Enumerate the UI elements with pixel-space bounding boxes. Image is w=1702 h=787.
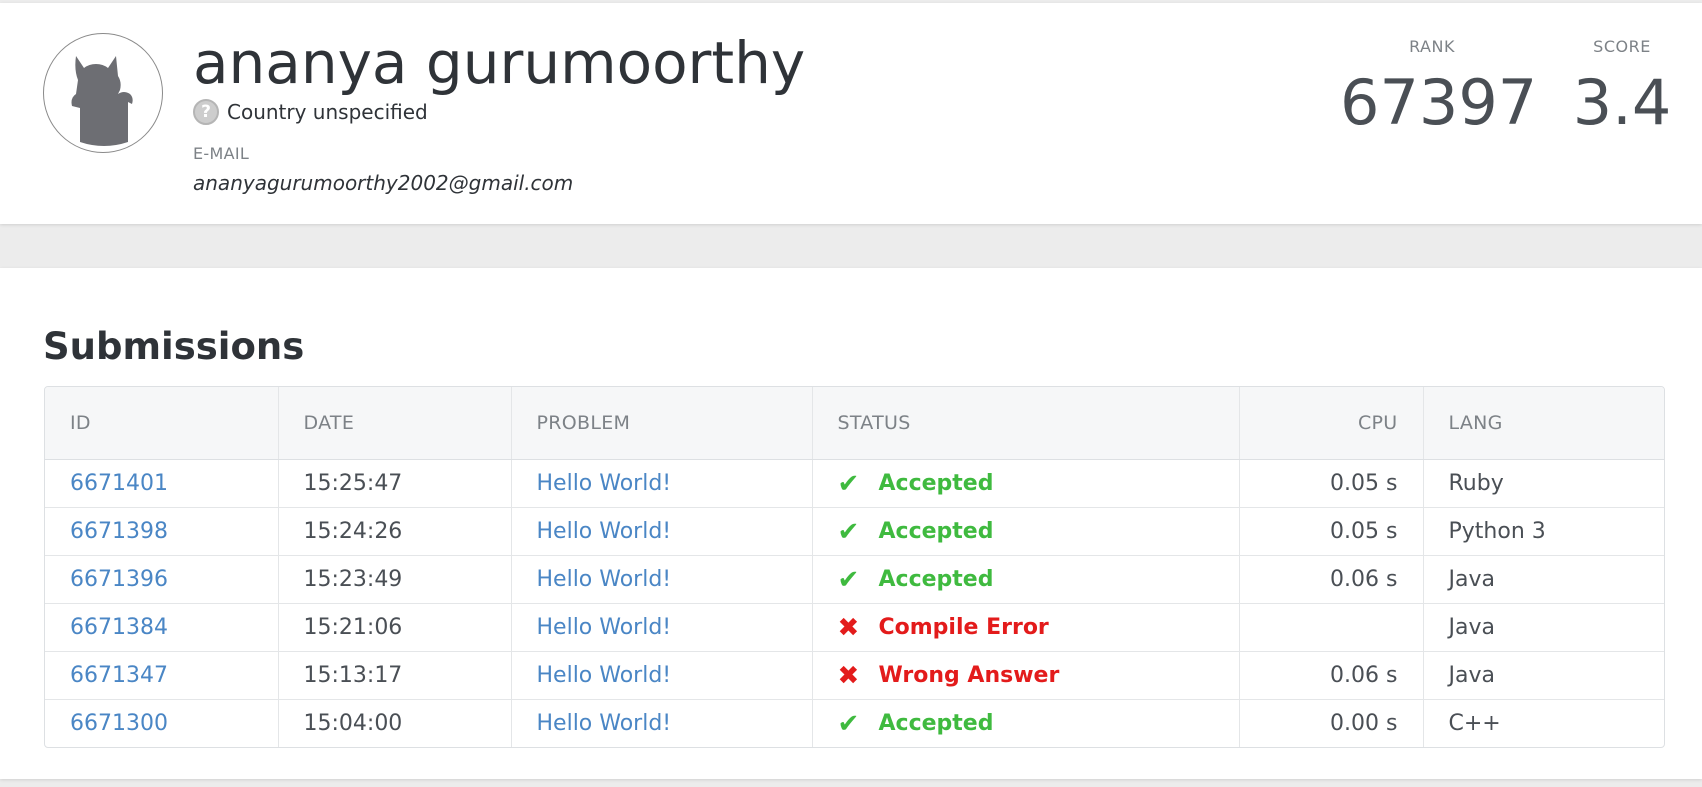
rank-label: RANK — [1409, 37, 1455, 56]
submission-status: ✔ Accepted — [838, 517, 994, 547]
country-info: ? Country unspecified — [193, 97, 428, 127]
header-cpu[interactable]: CPU — [1238, 387, 1423, 460]
rank-stat: RANK 67397 — [1340, 37, 1538, 139]
submissions-table: ID DATE PROBLEM STATUS CPU LANG 6671401 1… — [44, 386, 1665, 748]
submission-status: ✔ Accepted — [838, 469, 994, 499]
submission-id-link[interactable]: 6671396 — [70, 567, 168, 592]
score-stat: SCORE 3.4 — [1570, 37, 1674, 138]
header-status[interactable]: STATUS — [811, 387, 1239, 460]
table-row: 6671384 15:21:06 Hello World! ✖ Compile Erro… — [45, 603, 1664, 652]
submission-date: 15:04:00 — [277, 699, 511, 747]
score-label: SCORE — [1593, 37, 1651, 56]
submission-lang: Python 3 — [1422, 507, 1664, 556]
problem-link[interactable]: Hello World! — [537, 567, 672, 592]
submission-date: 15:23:49 — [277, 555, 511, 604]
cross-icon: ✖ — [837, 660, 860, 691]
submission-cpu: 0.05 s — [1238, 459, 1423, 508]
submission-cpu: 0.00 s — [1238, 699, 1423, 747]
username: ananya gurumoorthy — [193, 29, 806, 97]
submission-lang: Java — [1422, 603, 1664, 652]
submission-cpu — [1238, 603, 1423, 652]
status-text: Accepted — [878, 471, 994, 496]
problem-link[interactable]: Hello World! — [537, 471, 672, 496]
table-row: 6671401 15:25:47 Hello World! ✔ Accepted 0.05… — [45, 459, 1664, 508]
submission-status: ✖ Compile Error — [838, 613, 1049, 643]
submissions-title: Submissions — [43, 325, 305, 368]
question-mark-icon: ? — [193, 99, 219, 125]
submission-id-link[interactable]: 6671300 — [70, 711, 168, 736]
status-text: Compile Error — [878, 615, 1049, 640]
submission-cpu: 0.06 s — [1238, 651, 1423, 700]
problem-link[interactable]: Hello World! — [537, 615, 672, 640]
email-value: ananyagurumoorthy2002@gmail.com — [193, 171, 574, 195]
checkmark-icon: ✔ — [837, 516, 860, 547]
cross-icon: ✖ — [837, 612, 860, 643]
table-header-row: ID DATE PROBLEM STATUS CPU LANG — [45, 387, 1664, 460]
submission-id-link[interactable]: 6671401 — [70, 471, 168, 496]
submissions-card: Submissions ID DATE PROBLEM STATUS CPU L… — [0, 268, 1702, 779]
table-row: 6671347 15:13:17 Hello World! ✖ Wrong Answer… — [45, 651, 1664, 700]
problem-link[interactable]: Hello World! — [537, 663, 672, 688]
submission-status: ✖ Wrong Answer — [838, 661, 1060, 691]
status-text: Accepted — [878, 711, 994, 736]
submission-lang: C++ — [1422, 699, 1664, 747]
score-value: 3.4 — [1572, 66, 1672, 139]
problem-link[interactable]: Hello World! — [537, 711, 672, 736]
submission-id-link[interactable]: 6671384 — [70, 615, 168, 640]
header-lang[interactable]: LANG — [1422, 387, 1664, 460]
submission-date: 15:13:17 — [277, 651, 511, 700]
avatar — [43, 33, 163, 153]
email-label: E-MAIL — [193, 144, 250, 163]
submission-date: 15:21:06 — [277, 603, 511, 652]
submission-date: 15:24:26 — [277, 507, 511, 556]
header-id[interactable]: ID — [45, 387, 278, 460]
table-row: 6671300 15:04:00 Hello World! ✔ Accepted 0.00… — [45, 699, 1664, 747]
submission-cpu: 0.06 s — [1238, 555, 1423, 604]
profile-card: ananya gurumoorthy ? Country unspecified… — [0, 3, 1702, 224]
status-text: Accepted — [878, 567, 994, 592]
country-text: Country unspecified — [227, 100, 428, 124]
submission-id-link[interactable]: 6671347 — [70, 663, 168, 688]
rank-value: 67397 — [1340, 66, 1538, 139]
checkmark-icon: ✔ — [837, 708, 860, 739]
submission-lang: Java — [1422, 555, 1664, 604]
status-text: Wrong Answer — [878, 663, 1060, 688]
checkmark-icon: ✔ — [837, 468, 860, 499]
header-problem[interactable]: PROBLEM — [510, 387, 812, 460]
status-text: Accepted — [878, 519, 994, 544]
table-row: 6671396 15:23:49 Hello World! ✔ Accepted 0.06… — [45, 555, 1664, 604]
cat-silhouette-icon — [71, 56, 133, 146]
checkmark-icon: ✔ — [837, 564, 860, 595]
table-row: 6671398 15:24:26 Hello World! ✔ Accepted 0.05… — [45, 507, 1664, 556]
problem-link[interactable]: Hello World! — [537, 519, 672, 544]
submission-status: ✔ Accepted — [838, 565, 994, 595]
submission-id-link[interactable]: 6671398 — [70, 519, 168, 544]
submission-date: 15:25:47 — [277, 459, 511, 508]
submission-lang: Java — [1422, 651, 1664, 700]
submission-lang: Ruby — [1422, 459, 1664, 508]
header-date[interactable]: DATE — [277, 387, 511, 460]
submission-status: ✔ Accepted — [838, 709, 994, 739]
submission-cpu: 0.05 s — [1238, 507, 1423, 556]
